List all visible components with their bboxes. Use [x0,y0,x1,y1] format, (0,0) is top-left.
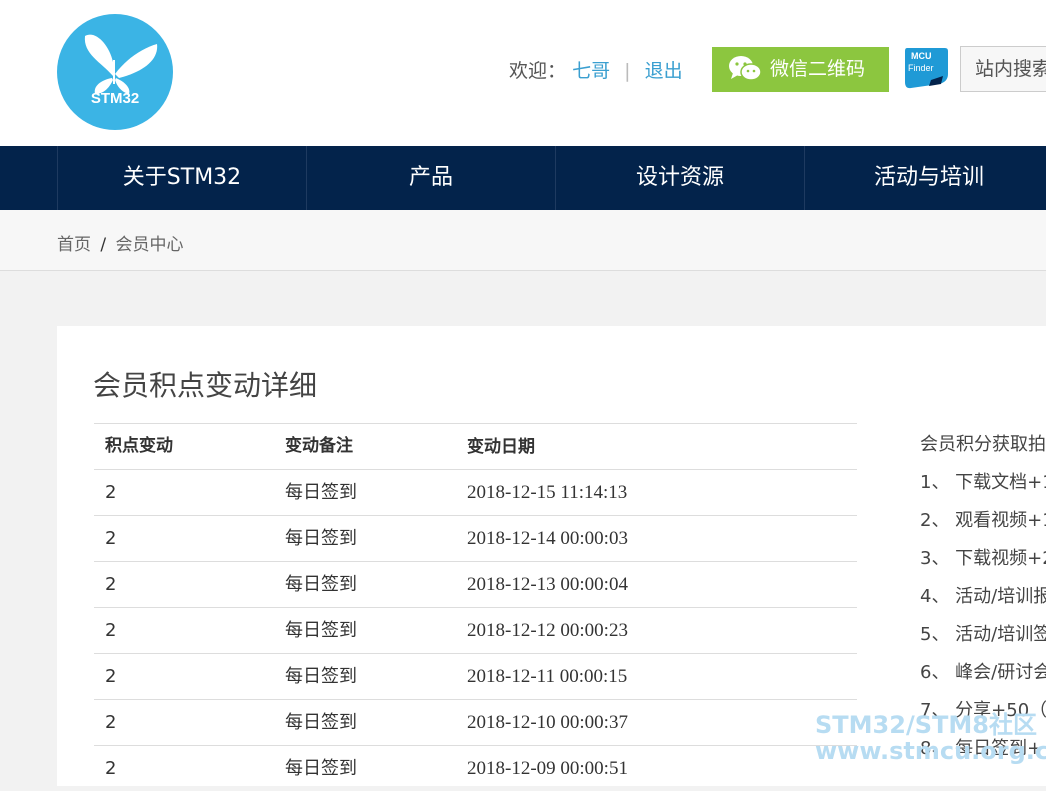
breadcrumb-current[interactable]: 会员中心 [116,235,184,255]
welcome-bar: 欢迎： 七哥 | 退出 [509,56,683,83]
table-header-row: 积点变动 变动备注 变动日期 [94,423,857,469]
table-row: 2 每日签到 2018-12-12 00:00:23 [94,607,857,653]
stm32-logo[interactable]: STM32 [57,14,173,130]
table-row: 2 每日签到 2018-12-09 00:00:51 [94,745,857,791]
cell-date: 2018-12-15 11:14:13 [467,482,628,503]
breadcrumb: 首页 / 会员中心 [57,230,184,255]
cell-note: 每日签到 [285,528,357,549]
logout-link[interactable]: 退出 [645,60,683,82]
sidebar-rule-item: 1、 下载文档+1 [920,472,1046,493]
site-header: STM32 欢迎： 七哥 | 退出 微信二维码 MCU Finder 站内搜索 [0,0,1046,146]
site-watermark: STM32/STM8社区 www.stmcu.org.cn [815,712,1046,764]
cell-points: 2 [105,574,117,595]
column-header-date: 变动日期 [467,437,535,456]
sidebar-rule-item: 3、 下载视频+2 [920,548,1046,569]
main-nav: 关于STM32 产品 设计资源 活动与培训 [0,146,1046,210]
table-row: 2 每日签到 2018-12-10 00:00:37 [94,699,857,745]
table-row: 2 每日签到 2018-12-13 00:00:04 [94,561,857,607]
cell-date: 2018-12-13 00:00:04 [467,574,628,595]
watermark-line1: STM32/STM8社区 [815,711,1037,739]
cell-points: 2 [105,528,117,549]
cell-date: 2018-12-14 00:00:03 [467,528,628,549]
watermark-line2: www.stmcu.org.cn [815,737,1046,765]
wechat-icon [729,56,762,81]
cell-note: 每日签到 [285,712,357,733]
sidebar-rule-item: 2、 观看视频+1 [920,510,1046,531]
sidebar-rule-item: 5、 活动/培训签 [920,624,1046,645]
cell-note: 每日签到 [285,758,357,779]
nav-item-events-training[interactable]: 活动与培训 [804,146,1046,210]
sidebar-title: 会员积分获取拍 [920,434,1046,455]
cell-date: 2018-12-10 00:00:37 [467,712,628,733]
table-row: 2 每日签到 2018-12-15 11:14:13 [94,469,857,515]
mcu-finder-line2: Finder [908,63,934,73]
cell-date: 2018-12-11 00:00:15 [467,666,628,687]
cell-points: 2 [105,482,117,503]
cell-date: 2018-12-09 00:00:51 [467,758,628,779]
sidebar-rule-item: 4、 活动/培训报 [920,586,1046,607]
sidebar-rule-item: 6、 峰会/研讨会 [920,662,1046,683]
page-title: 会员积点变动详细 [93,369,318,402]
username-link[interactable]: 七哥 [572,60,610,82]
cell-points: 2 [105,712,117,733]
cell-points: 2 [105,620,117,641]
search-input[interactable]: 站内搜索 [960,46,1046,92]
mcu-finder-line1: MCU [911,51,932,61]
cell-note: 每日签到 [285,574,357,595]
mcu-finder-icon[interactable]: MCU Finder [903,46,949,90]
mcu-finder-badge: MCU Finder [905,48,948,89]
table-row: 2 每日签到 2018-12-14 00:00:03 [94,515,857,561]
wechat-button-label: 微信二维码 [770,58,866,80]
wechat-qrcode-button[interactable]: 微信二维码 [712,47,889,92]
nav-item-about-stm32[interactable]: 关于STM32 [57,146,306,210]
cell-points: 2 [105,758,117,779]
breadcrumb-home[interactable]: 首页 [57,235,91,255]
nav-item-design-resources[interactable]: 设计资源 [555,146,804,210]
welcome-label: 欢迎： [509,60,567,82]
breadcrumb-separator: / [100,235,107,255]
table-row: 2 每日签到 2018-12-11 00:00:15 [94,653,857,699]
logo-text: STM32 [90,90,140,107]
cell-note: 每日签到 [285,620,357,641]
cell-date: 2018-12-12 00:00:23 [467,620,628,641]
cell-note: 每日签到 [285,666,357,687]
cell-points: 2 [105,666,117,687]
cell-note: 每日签到 [285,482,357,503]
column-header-note: 变动备注 [285,436,353,456]
nav-item-products[interactable]: 产品 [306,146,555,210]
welcome-separator: | [624,60,631,82]
breadcrumb-bar: 首页 / 会员中心 [0,210,1046,271]
points-table: 积点变动 变动备注 变动日期 2 每日签到 2018-12-15 11:14:1… [94,423,857,791]
butterfly-icon [84,34,158,94]
column-header-points-change: 积点变动 [105,436,173,456]
